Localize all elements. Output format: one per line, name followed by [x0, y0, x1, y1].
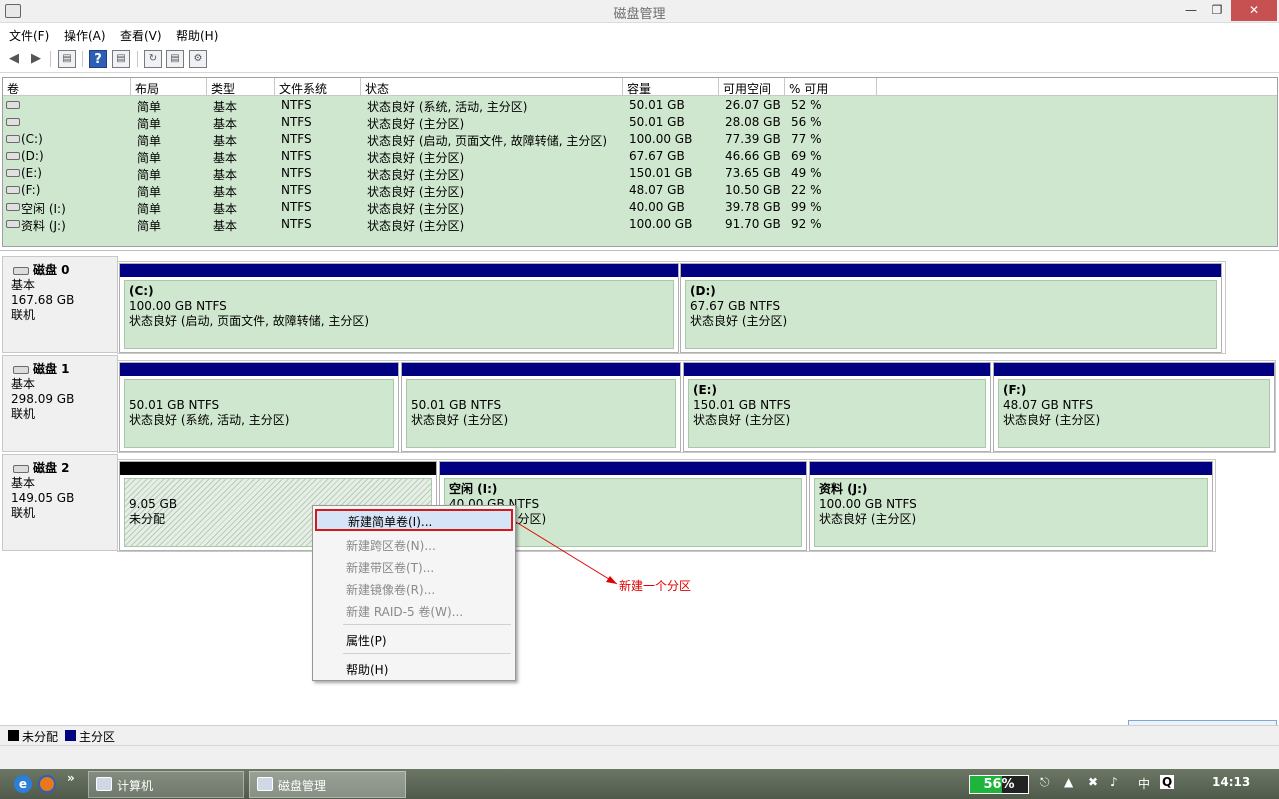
taskbar-button-label: 磁盘管理 [278, 779, 327, 793]
status-bar [0, 745, 1279, 769]
legend-bar: 未分配 主分区 [0, 725, 1279, 745]
tray-ime-label[interactable]: 中 [1138, 775, 1150, 792]
battery-percent: 56% [983, 777, 1015, 792]
legend-primary-label: 主分区 [79, 730, 116, 744]
battery-meter[interactable]: 56% [969, 775, 1029, 794]
volume-icon[interactable]: ♪ [1110, 775, 1118, 789]
taskbar-button-label: 计算机 [117, 779, 154, 793]
menu-new-spanned-volume[interactable]: 新建跨区卷(N)... [315, 533, 513, 555]
menu-separator [343, 653, 511, 654]
menu-new-mirrored-volume[interactable]: 新建镜像卷(R)... [315, 577, 513, 599]
power-plug-icon[interactable]: ⎋ [1040, 775, 1050, 790]
taskbar-overflow-chevron-icon[interactable]: » [67, 771, 75, 785]
computer-icon [96, 777, 112, 791]
menu-help-item[interactable]: 帮助(H) [315, 657, 513, 679]
firefox-icon[interactable] [38, 775, 56, 793]
disk-management-icon [257, 777, 273, 791]
annotation-arrow [515, 521, 618, 585]
legend-unallocated-swatch [8, 730, 19, 741]
q-app-icon[interactable]: Q [1160, 775, 1175, 789]
menu-new-raid5-volume[interactable]: 新建 RAID-5 卷(W)... [315, 599, 513, 621]
menu-new-simple-volume[interactable]: 新建简单卷(I)... [315, 509, 513, 531]
menu-separator [343, 624, 511, 625]
tray-expand-icon[interactable]: ▲ [1064, 775, 1073, 789]
annotation-text: 新建一个分区 [619, 579, 692, 593]
network-icon[interactable]: ✖ [1088, 775, 1098, 789]
legend-unallocated-label: 未分配 [22, 730, 59, 744]
taskbar-button-disk-management[interactable]: 磁盘管理 [249, 771, 406, 798]
menu-properties[interactable]: 属性(P) [315, 628, 513, 650]
legend-primary-swatch [65, 730, 76, 741]
context-menu: 新建简单卷(I)... 新建跨区卷(N)... 新建带区卷(T)... 新建镜像… [312, 505, 516, 681]
taskbar-button-computer[interactable]: 计算机 [88, 771, 244, 798]
clock[interactable]: 14:13 [1212, 775, 1250, 789]
taskbar: » 计算机 磁盘管理 ⎋ ▲ ✖ ♪ 中 Q 14:13 [0, 769, 1279, 799]
ie-browser-icon[interactable]: e [14, 775, 32, 793]
menu-new-striped-volume[interactable]: 新建带区卷(T)... [315, 555, 513, 577]
